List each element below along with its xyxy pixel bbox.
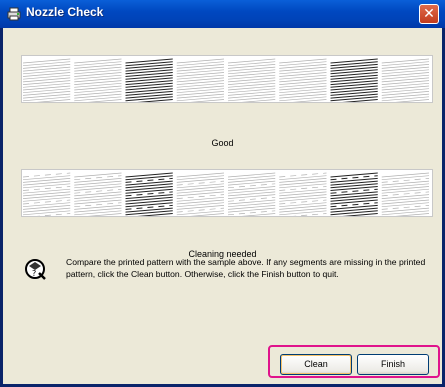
nozzle-segment: [381, 58, 430, 102]
nozzle-segment: [381, 172, 430, 216]
nozzle-segment: [330, 172, 378, 216]
title-bar[interactable]: Nozzle Check ✕: [0, 0, 445, 28]
nozzle-segment: [227, 58, 276, 102]
good-caption: Good: [211, 138, 234, 148]
window-title: Nozzle Check: [26, 5, 104, 19]
nozzle-segment: [176, 172, 225, 216]
svg-text:?: ?: [32, 269, 36, 278]
finish-button[interactable]: Finish: [357, 354, 429, 375]
dialog-content: Good Cleaning needed ? Compare the print…: [3, 28, 442, 384]
good-pattern-graphic: [22, 58, 430, 102]
printer-help-icon: ?: [25, 259, 46, 280]
nozzle-segment: [74, 58, 122, 102]
highlighted-button-group: Clean Finish: [268, 345, 440, 378]
instruction-text: Compare the printed pattern with the sam…: [66, 257, 426, 279]
printer-icon: [7, 7, 21, 21]
nozzle-segment: [22, 172, 71, 216]
nozzle-segment: [22, 58, 71, 102]
nozzle-segment: [125, 58, 173, 102]
close-button[interactable]: ✕: [419, 4, 439, 24]
cleaning-needed-nozzle-pattern: [21, 169, 433, 217]
nozzle-segment: [125, 172, 173, 216]
nozzle-segment: [279, 58, 327, 102]
cleaning-needed-pattern-graphic: [22, 172, 430, 216]
nozzle-segment: [330, 58, 378, 102]
nozzle-segment: [279, 172, 327, 216]
nozzle-segment: [227, 172, 276, 216]
good-nozzle-pattern: [21, 55, 433, 103]
nozzle-segment: [176, 58, 225, 102]
nozzle-check-window: Nozzle Check ✕ Good Cleaning needed ? Co…: [0, 0, 445, 387]
nozzle-segment: [74, 172, 122, 216]
clean-button[interactable]: Clean: [280, 354, 352, 375]
